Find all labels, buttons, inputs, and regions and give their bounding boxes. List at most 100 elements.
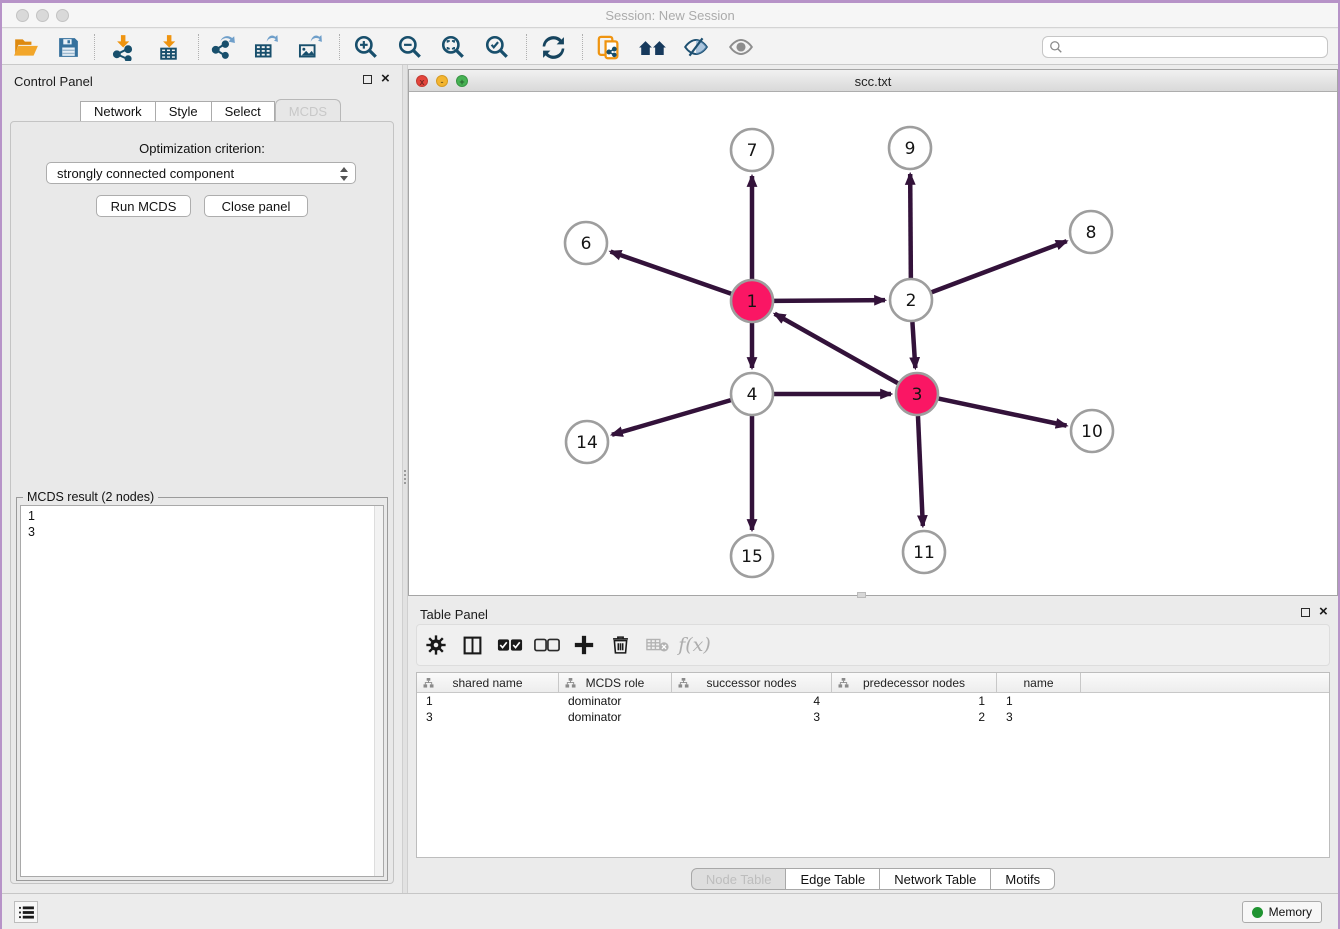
table-cell[interactable]: dominator xyxy=(559,709,672,725)
graph-edge-1-2[interactable] xyxy=(774,300,885,301)
tab-mcds[interactable]: MCDS xyxy=(275,99,341,122)
mcds-result-line: 3 xyxy=(28,524,383,540)
control-panel-float-icon[interactable] xyxy=(363,75,372,84)
open-folder-icon xyxy=(13,34,39,60)
table-cell[interactable]: 1 xyxy=(417,693,559,709)
zoom-out-button[interactable] xyxy=(394,32,426,62)
column-tree-icon xyxy=(565,678,576,688)
column-header-name[interactable]: name xyxy=(997,673,1081,693)
graph-edge-3-1[interactable] xyxy=(775,314,898,383)
delete-column-button[interactable] xyxy=(602,630,639,660)
save-session-button[interactable] xyxy=(52,32,84,62)
refresh-layout-button[interactable] xyxy=(537,32,569,62)
dropdown-stepper-icon xyxy=(338,166,349,182)
graph-edge-1-6[interactable] xyxy=(611,252,732,294)
export-network-button[interactable] xyxy=(206,32,238,62)
import-table-button[interactable] xyxy=(152,32,184,62)
splitter-grip xyxy=(404,470,406,484)
tab-network[interactable]: Network xyxy=(80,101,156,122)
table-cell[interactable]: 3 xyxy=(417,709,559,725)
graph-edge-4-14[interactable] xyxy=(612,400,731,435)
result-scrollbar[interactable] xyxy=(374,506,383,876)
graph-node-label-1: 1 xyxy=(747,292,758,312)
column-header-MCDS-role[interactable]: MCDS role xyxy=(559,673,672,693)
graph-edge-3-10[interactable] xyxy=(939,399,1067,426)
control-panel-close-icon[interactable]: × xyxy=(381,70,390,87)
tab-style[interactable]: Style xyxy=(156,101,212,122)
first-neighbors-button[interactable] xyxy=(637,32,669,62)
network-canvas[interactable]: 7968124314101511 xyxy=(409,92,1337,595)
open-session-button[interactable] xyxy=(10,32,42,62)
node-table: shared name MCDS role successor nodesprede… xyxy=(416,672,1330,858)
mcds-result-textarea[interactable]: 13 xyxy=(20,505,384,877)
table-cell[interactable]: 3 xyxy=(672,709,832,725)
table-row[interactable]: 3dominator323 xyxy=(417,709,1329,725)
table-cell[interactable]: 1 xyxy=(832,693,997,709)
tab-select[interactable]: Select xyxy=(212,101,275,122)
graph-edge-2-3[interactable] xyxy=(912,322,915,368)
table-panel-close-icon[interactable]: × xyxy=(1319,603,1328,620)
import-network-button[interactable] xyxy=(106,32,138,62)
search-input[interactable] xyxy=(1067,38,1327,56)
tab-motifs[interactable]: Motifs xyxy=(991,868,1055,890)
close-panel-button[interactable]: Close panel xyxy=(204,195,308,217)
column-header-shared-name[interactable]: shared name xyxy=(417,673,559,693)
eye-slash-icon xyxy=(682,34,710,60)
tab-network-table[interactable]: Network Table xyxy=(880,868,991,890)
clone-network-button[interactable] xyxy=(593,32,625,62)
export-image-button[interactable] xyxy=(293,32,325,62)
column-header-predecessor-nodes[interactable]: predecessor nodes xyxy=(832,673,997,693)
export-table-icon xyxy=(252,34,279,61)
create-column-button[interactable] xyxy=(565,630,602,660)
delete-table-button[interactable] xyxy=(639,630,676,660)
column-tree-icon xyxy=(678,678,689,688)
houses-icon xyxy=(638,34,668,61)
toggle-panel-mode-button[interactable] xyxy=(454,630,491,660)
table-cell[interactable]: 4 xyxy=(672,693,832,709)
status-bar: Memory xyxy=(2,893,1338,929)
eye-icon xyxy=(727,34,755,60)
table-toolbar: f(x) xyxy=(416,624,1330,666)
show-all-button[interactable] xyxy=(725,32,757,62)
toolbar-separator xyxy=(582,34,583,60)
tab-edge-table[interactable]: Edge Table xyxy=(786,868,880,890)
memory-button[interactable]: Memory xyxy=(1242,901,1322,923)
graph-edge-2-9[interactable] xyxy=(910,174,911,278)
application-window: Session: New Session xyxy=(0,0,1340,926)
table-panel-float-icon[interactable] xyxy=(1301,608,1310,617)
column-header-successor-nodes[interactable]: successor nodes xyxy=(672,673,832,693)
status-menu-button[interactable] xyxy=(14,901,38,923)
column-header-label: shared name xyxy=(452,676,522,690)
criterion-dropdown[interactable]: strongly connected component xyxy=(46,162,356,184)
deselect-all-columns-button[interactable] xyxy=(528,630,565,660)
toolbar-separator xyxy=(339,34,340,60)
tab-node-table[interactable]: Node Table xyxy=(691,868,787,890)
zoom-in-button[interactable] xyxy=(350,32,382,62)
table-cell[interactable]: 2 xyxy=(832,709,997,725)
column-tree-icon xyxy=(423,678,434,688)
zoom-selected-button[interactable] xyxy=(481,32,513,62)
zoom-in-icon xyxy=(353,34,379,60)
column-header-label: name xyxy=(1023,676,1053,690)
toolbar-separator xyxy=(94,34,95,60)
select-all-columns-button[interactable] xyxy=(491,630,528,660)
zoom-fit-button[interactable] xyxy=(437,32,469,62)
control-panel-tabs: NetworkStyleSelectMCDS xyxy=(80,100,341,122)
export-table-button[interactable] xyxy=(249,32,281,62)
column-tree-icon xyxy=(838,678,849,688)
graph-edge-2-8[interactable] xyxy=(932,241,1067,292)
table-cell[interactable]: 1 xyxy=(997,693,1081,709)
graph-node-label-7: 7 xyxy=(747,141,758,161)
table-row[interactable]: 1dominator411 xyxy=(417,693,1329,709)
hide-selected-button[interactable] xyxy=(680,32,712,62)
table-cell[interactable]: 3 xyxy=(997,709,1081,725)
table-cell[interactable]: dominator xyxy=(559,693,672,709)
function-builder-button[interactable]: f(x) xyxy=(676,630,713,660)
column-header-label: MCDS role xyxy=(586,676,645,690)
graph-edge-3-11[interactable] xyxy=(918,416,923,526)
table-settings-button[interactable] xyxy=(417,630,454,660)
list-icon xyxy=(19,906,34,919)
memory-button-label: Memory xyxy=(1269,905,1312,919)
run-mcds-button[interactable]: Run MCDS xyxy=(96,195,191,217)
window-titlebar: Session: New Session xyxy=(2,3,1338,28)
